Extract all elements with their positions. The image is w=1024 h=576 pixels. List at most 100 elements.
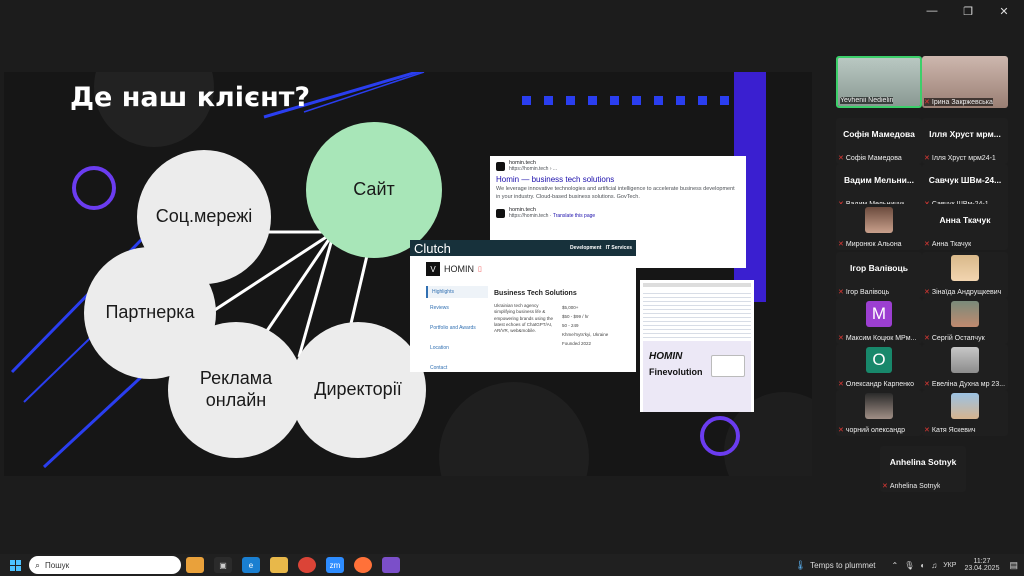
language-indicator[interactable]: УКР — [943, 562, 956, 569]
participant-name: Евеліна Духнa мр 23... — [931, 380, 1006, 388]
participant-name: Ірина Закржевська — [931, 98, 993, 106]
clutch-description: Ukrainian tech agency simplifying busine… — [494, 303, 554, 334]
clutch-card: Clutch Development IT Services V HOMIN ▯… — [410, 240, 636, 372]
clutch-nav-development[interactable]: Development — [570, 245, 601, 251]
clutch-menu-portfolio[interactable]: Portfolio and Awards — [426, 318, 488, 338]
clock-date: 23.04.2025 — [964, 565, 1000, 572]
participant-photo — [865, 393, 893, 419]
participant-photo — [865, 207, 893, 233]
clock[interactable]: 11:27 23.04.2025 — [964, 558, 999, 572]
clutch-fact-founded: Founded 2022 — [562, 341, 592, 346]
participant-tile[interactable]: Anhelina Sotnyk ✕ Anhelina Sotnyk — [880, 446, 966, 492]
laptop-graphic — [711, 355, 745, 377]
participant-name: Софія Мамедова — [845, 154, 902, 162]
windows-start-icon[interactable] — [6, 557, 24, 573]
clutch-menu-reviews[interactable]: Reviews — [426, 298, 488, 318]
social-post-card: HOMIN Finevolution — [640, 280, 754, 412]
participant-photo — [951, 255, 979, 281]
clutch-menu-contact[interactable]: Contact — [426, 358, 488, 372]
bookmark-icon[interactable]: ▯ — [478, 265, 482, 273]
site-url: https://homin.tech › ... — [509, 166, 558, 172]
bubble-site: Сайт — [306, 122, 442, 258]
homin-logo-icon — [496, 161, 505, 171]
bubble-directories: Директорії — [290, 322, 426, 458]
participant-display-name: Софія Мамедова — [843, 129, 915, 139]
translate-link[interactable]: Translate this page — [553, 213, 595, 219]
participant-tile[interactable]: Ілля Хруст мрм... ✕ Ілля Хруст мрм24-1 — [922, 118, 1008, 164]
result-title-link[interactable]: Homin — business tech solutions — [496, 175, 740, 184]
participant-tile[interactable]: ✕ Зінаїда Андрущкевич — [922, 252, 1008, 298]
mic-muted-icon: ✕ — [924, 99, 930, 106]
participant-name: Максим Коцюк МРм... — [845, 334, 917, 342]
taskbar-search[interactable]: ⌕ Пошук — [29, 556, 181, 574]
tray-chevron-icon[interactable]: ⌃ — [892, 561, 899, 570]
mic-muted-icon: ✕ — [924, 241, 930, 248]
participant-tile[interactable]: Анна Ткачук ✕ Анна Ткачук — [922, 204, 1008, 250]
participant-tile[interactable]: ✕ Ірина Закржевська — [922, 56, 1008, 108]
clutch-nav-it-services[interactable]: IT Services — [606, 245, 632, 251]
participant-display-name: Ілля Хруст мрм... — [929, 129, 1001, 139]
notification-icon[interactable]: ▤ — [1009, 560, 1018, 571]
edge-icon[interactable]: e — [242, 557, 260, 573]
participant-tile[interactable]: ✕ Миронюк Альона — [836, 204, 922, 250]
slide-title: Де наш клієнт? — [70, 82, 311, 113]
participant-name: Ілля Хруст мрм24-1 — [931, 154, 996, 162]
clutch-menu-highlights[interactable]: Highlights — [426, 286, 488, 298]
participant-avatar-letter: O — [866, 347, 892, 373]
mic-icon[interactable]: 🎙 — [904, 561, 914, 570]
participant-name: Миронюк Альона — [845, 240, 902, 248]
site-url-2: https://homin.tech — [509, 213, 549, 220]
participant-tile[interactable]: Софія Мамедова ✕ Софія Мамедова — [836, 118, 922, 164]
window-controls: — ❐ ✕ — [914, 0, 1024, 22]
clutch-brand: Clutch — [414, 240, 451, 256]
result-description: We leverage innovative technologies and … — [496, 186, 735, 200]
participant-tile[interactable]: ✕ Евеліна Духнa мр 23... — [922, 344, 1008, 390]
network-icon[interactable]: ◐ — [920, 561, 925, 570]
post-logo-partner: Finevolution — [649, 367, 703, 377]
clutch-menu-location[interactable]: Location — [426, 338, 488, 358]
maximize-button[interactable]: ❐ — [950, 0, 986, 22]
minimize-button[interactable]: — — [914, 0, 950, 22]
clutch-fact-employees: 50 - 249 — [562, 323, 579, 328]
firefox-icon[interactable] — [354, 557, 372, 573]
participant-name: Yevhenii Nedielin — [840, 97, 894, 104]
post-text-placeholder — [643, 290, 751, 338]
participant-tile[interactable]: ✕ Сергій Остапчук — [922, 298, 1008, 344]
participant-name: Ігор Валівоць — [845, 288, 890, 296]
mic-muted-icon: ✕ — [838, 155, 844, 162]
chrome-icon[interactable] — [298, 557, 316, 573]
windows-taskbar: ⌕ Пошук ▣ e zm 🌡 Temps to plummet ⌃ 🎙 ◐ … — [0, 554, 1024, 576]
participant-tile[interactable]: Ігор Валівоць ✕ Ігор Валівоць — [836, 252, 922, 298]
clock-time: 11:27 — [973, 558, 991, 565]
volume-icon[interactable]: ♫ — [931, 561, 937, 570]
participant-name: Олександр Карпенко — [845, 380, 914, 388]
mic-muted-icon: ✕ — [838, 289, 844, 296]
participant-display-name: Ігор Валівоць — [850, 263, 908, 273]
homin-logo-icon — [496, 208, 505, 218]
mic-muted-icon: ✕ — [838, 381, 844, 388]
task-view-icon[interactable]: ▣ — [214, 557, 232, 573]
participant-tile[interactable]: M ✕ Максим Коцюк МРм... — [836, 298, 922, 344]
homin-logo-icon: V — [426, 262, 440, 276]
participant-tile[interactable]: O ✕ Олександр Карпенко — [836, 344, 922, 390]
post-header-placeholder — [643, 283, 751, 287]
participant-tile[interactable]: Yevhenii Nedielin — [836, 56, 922, 108]
participant-name: Катя Яскевич — [931, 426, 976, 434]
copilot-icon[interactable] — [186, 557, 204, 573]
clutch-fact-location: Khmel'nyts'kyi, Ukraine — [562, 332, 609, 337]
mic-muted-icon: ✕ — [924, 335, 930, 342]
post-image: HOMIN Finevolution — [643, 341, 751, 412]
zoom-icon[interactable]: zm — [326, 557, 344, 573]
participant-tile[interactable]: ✕ Катя Яскевич — [922, 390, 1008, 436]
weather-icon: 🌡 — [794, 559, 807, 570]
weather-text[interactable]: Temps to plummet — [810, 561, 875, 570]
clutch-section-title: Business Tech Solutions — [494, 290, 577, 297]
file-explorer-icon[interactable] — [270, 557, 288, 573]
shared-screen-slide: Де наш клієнт? Соц.мережі Сайт Партнерка… — [4, 72, 812, 476]
mic-muted-icon: ✕ — [924, 427, 930, 434]
participant-photo — [951, 301, 979, 327]
close-button[interactable]: ✕ — [986, 0, 1022, 22]
participant-photo — [951, 393, 979, 419]
participant-tile[interactable]: ✕ чорний олександр — [836, 390, 922, 436]
app-icon[interactable] — [382, 557, 400, 573]
